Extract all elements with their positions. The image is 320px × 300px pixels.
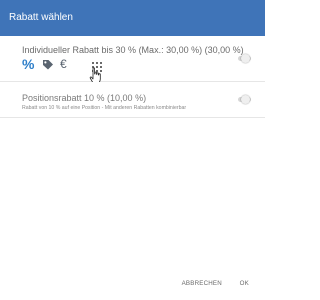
dialog-header: Rabatt wählen bbox=[0, 0, 265, 36]
discount-title: Individueller Rabatt bis 30 % (Max.: 30,… bbox=[22, 45, 244, 55]
percent-icon[interactable]: % bbox=[22, 56, 34, 72]
discount-toggle-position[interactable] bbox=[236, 95, 251, 104]
discount-item-individual[interactable]: Individueller Rabatt bis 30 % (Max.: 30,… bbox=[0, 36, 265, 84]
discount-toggle-individual[interactable] bbox=[236, 54, 251, 63]
discount-item-position[interactable]: Positionsrabatt 10 % (10,00 %) Rabatt vo… bbox=[0, 82, 265, 118]
ok-button[interactable]: OK bbox=[240, 280, 249, 287]
toggle-knob bbox=[241, 54, 250, 63]
tag-icon[interactable] bbox=[42, 58, 54, 70]
cancel-button[interactable]: ABBRECHEN bbox=[182, 280, 222, 287]
discount-subtitle: Rabatt von 10 % auf eine Position - Mit … bbox=[22, 105, 187, 111]
discount-title: Positionsrabatt 10 % (10,00 %) bbox=[22, 93, 147, 103]
dialog-title: Rabatt wählen bbox=[9, 12, 73, 23]
dialog-actions: ABBRECHEN OK bbox=[182, 280, 249, 287]
toggle-knob bbox=[241, 95, 250, 104]
euro-icon[interactable]: € bbox=[60, 57, 67, 71]
